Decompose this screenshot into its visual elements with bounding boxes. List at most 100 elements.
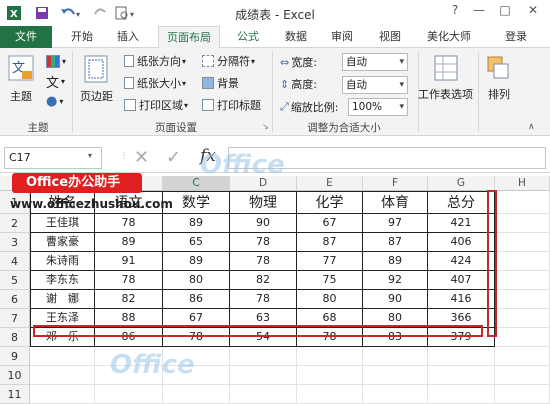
table-cell[interactable]: 421: [428, 214, 495, 233]
grid-cell[interactable]: [297, 366, 363, 385]
grid-cell[interactable]: [230, 366, 297, 385]
table-cell[interactable]: 65: [163, 233, 230, 252]
grid-cell[interactable]: [230, 385, 297, 404]
grid-cell[interactable]: [30, 347, 95, 366]
row-header-3[interactable]: 3: [0, 233, 30, 252]
grid-cell[interactable]: [495, 191, 550, 214]
cancel-icon[interactable]: ✕: [134, 147, 149, 168]
orientation-button[interactable]: 纸张方向 ▾: [124, 53, 186, 69]
tab-formulas[interactable]: 公式: [228, 26, 268, 48]
grid-cell[interactable]: [163, 385, 230, 404]
table-cell[interactable]: 92: [363, 271, 428, 290]
grid-cell[interactable]: [95, 385, 163, 404]
grid-cell[interactable]: [428, 366, 495, 385]
tab-page-layout[interactable]: 页面布局: [158, 26, 220, 49]
table-cell[interactable]: 75: [297, 271, 363, 290]
table-cell[interactable]: 89: [163, 214, 230, 233]
grid-cell[interactable]: [30, 385, 95, 404]
table-cell[interactable]: 曹家豪: [30, 233, 95, 252]
tab-file[interactable]: 文件: [0, 26, 52, 48]
table-cell[interactable]: 87: [297, 233, 363, 252]
sheet-options-icon[interactable]: [434, 54, 462, 82]
help-icon[interactable]: ?: [444, 3, 466, 21]
arrange-button[interactable]: 排列: [488, 86, 510, 102]
table-header-cell[interactable]: 物理: [230, 191, 297, 214]
row-header-8[interactable]: 8: [0, 328, 30, 347]
margins-icon[interactable]: [84, 54, 112, 84]
row-header-10[interactable]: 10: [0, 366, 30, 385]
width-select[interactable]: 自动: [342, 53, 408, 71]
grid-cell[interactable]: [495, 385, 550, 404]
print-area-button[interactable]: 打印区域 ▾: [124, 97, 188, 113]
tab-beautify[interactable]: 美化大师: [418, 26, 480, 48]
close-button[interactable]: ✕: [522, 3, 544, 21]
table-cell[interactable]: 78: [95, 214, 163, 233]
row-header-6[interactable]: 6: [0, 290, 30, 309]
table-header-cell[interactable]: 体育: [363, 191, 428, 214]
breaks-button[interactable]: 分隔符 ▾: [202, 53, 255, 69]
column-header-F[interactable]: F: [363, 176, 428, 191]
grid-cell[interactable]: [230, 347, 297, 366]
table-cell[interactable]: 87: [363, 233, 428, 252]
height-select[interactable]: 自动: [342, 76, 408, 94]
table-cell[interactable]: 89: [363, 252, 428, 271]
table-cell[interactable]: 80: [297, 290, 363, 309]
grid-cell[interactable]: [363, 366, 428, 385]
enter-icon[interactable]: ✓: [166, 147, 181, 168]
grid-cell[interactable]: [495, 214, 550, 233]
table-cell[interactable]: 李东东: [30, 271, 95, 290]
grid-cell[interactable]: [363, 385, 428, 404]
sign-in-link[interactable]: 登录: [496, 26, 536, 48]
tab-insert[interactable]: 插入: [108, 26, 148, 48]
table-cell[interactable]: 78: [230, 233, 297, 252]
table-cell[interactable]: 谢 娜: [30, 290, 95, 309]
table-cell[interactable]: 90: [363, 290, 428, 309]
restore-button[interactable]: □: [494, 3, 516, 21]
dialog-launcher-icon[interactable]: ↘: [262, 122, 269, 131]
table-cell[interactable]: 78: [230, 252, 297, 271]
table-cell[interactable]: 80: [163, 271, 230, 290]
table-header-cell[interactable]: 总分: [428, 191, 495, 214]
table-cell[interactable]: 407: [428, 271, 495, 290]
tab-data[interactable]: 数据: [276, 26, 316, 48]
scale-input[interactable]: 100%: [348, 98, 408, 116]
grid-cell[interactable]: [495, 347, 550, 366]
column-header-G[interactable]: G: [428, 176, 495, 191]
theme-colors-button[interactable]: ▾: [46, 53, 66, 69]
collapse-ribbon-icon[interactable]: ∧: [528, 122, 535, 132]
grid-cell[interactable]: [428, 385, 495, 404]
grid-cell[interactable]: [495, 309, 550, 328]
table-cell[interactable]: 78: [230, 290, 297, 309]
grid-cell[interactable]: [428, 347, 495, 366]
table-header-cell[interactable]: 数学: [163, 191, 230, 214]
grid-cell[interactable]: [495, 328, 550, 347]
row-header-11[interactable]: 11: [0, 385, 30, 404]
table-cell[interactable]: 67: [297, 214, 363, 233]
grid-cell[interactable]: [495, 271, 550, 290]
themes-icon[interactable]: 文: [8, 54, 36, 82]
grid-cell[interactable]: [297, 385, 363, 404]
table-cell[interactable]: 78: [95, 271, 163, 290]
row-header-2[interactable]: 2: [0, 214, 30, 233]
drag-handle-icon[interactable]: ⋮: [120, 151, 128, 160]
row-header-7[interactable]: 7: [0, 309, 30, 328]
background-button[interactable]: 背景: [202, 75, 239, 91]
size-button[interactable]: 纸张大小 ▾: [124, 75, 186, 91]
table-cell[interactable]: 424: [428, 252, 495, 271]
row-header-9[interactable]: 9: [0, 347, 30, 366]
table-cell[interactable]: 82: [95, 290, 163, 309]
table-cell[interactable]: 91: [95, 252, 163, 271]
grid-cell[interactable]: [495, 252, 550, 271]
grid-cell[interactable]: [297, 347, 363, 366]
minimize-button[interactable]: —: [468, 3, 490, 21]
table-cell[interactable]: 朱诗雨: [30, 252, 95, 271]
print-titles-button[interactable]: 打印标题: [202, 97, 261, 113]
column-header-H[interactable]: H: [495, 176, 550, 191]
tab-review[interactable]: 审阅: [322, 26, 362, 48]
tab-view[interactable]: 视图: [370, 26, 410, 48]
table-cell[interactable]: 82: [230, 271, 297, 290]
row-header-4[interactable]: 4: [0, 252, 30, 271]
theme-fonts-button[interactable]: 文 ▾: [46, 73, 65, 91]
grid-cell[interactable]: [30, 366, 95, 385]
row-header-5[interactable]: 5: [0, 271, 30, 290]
